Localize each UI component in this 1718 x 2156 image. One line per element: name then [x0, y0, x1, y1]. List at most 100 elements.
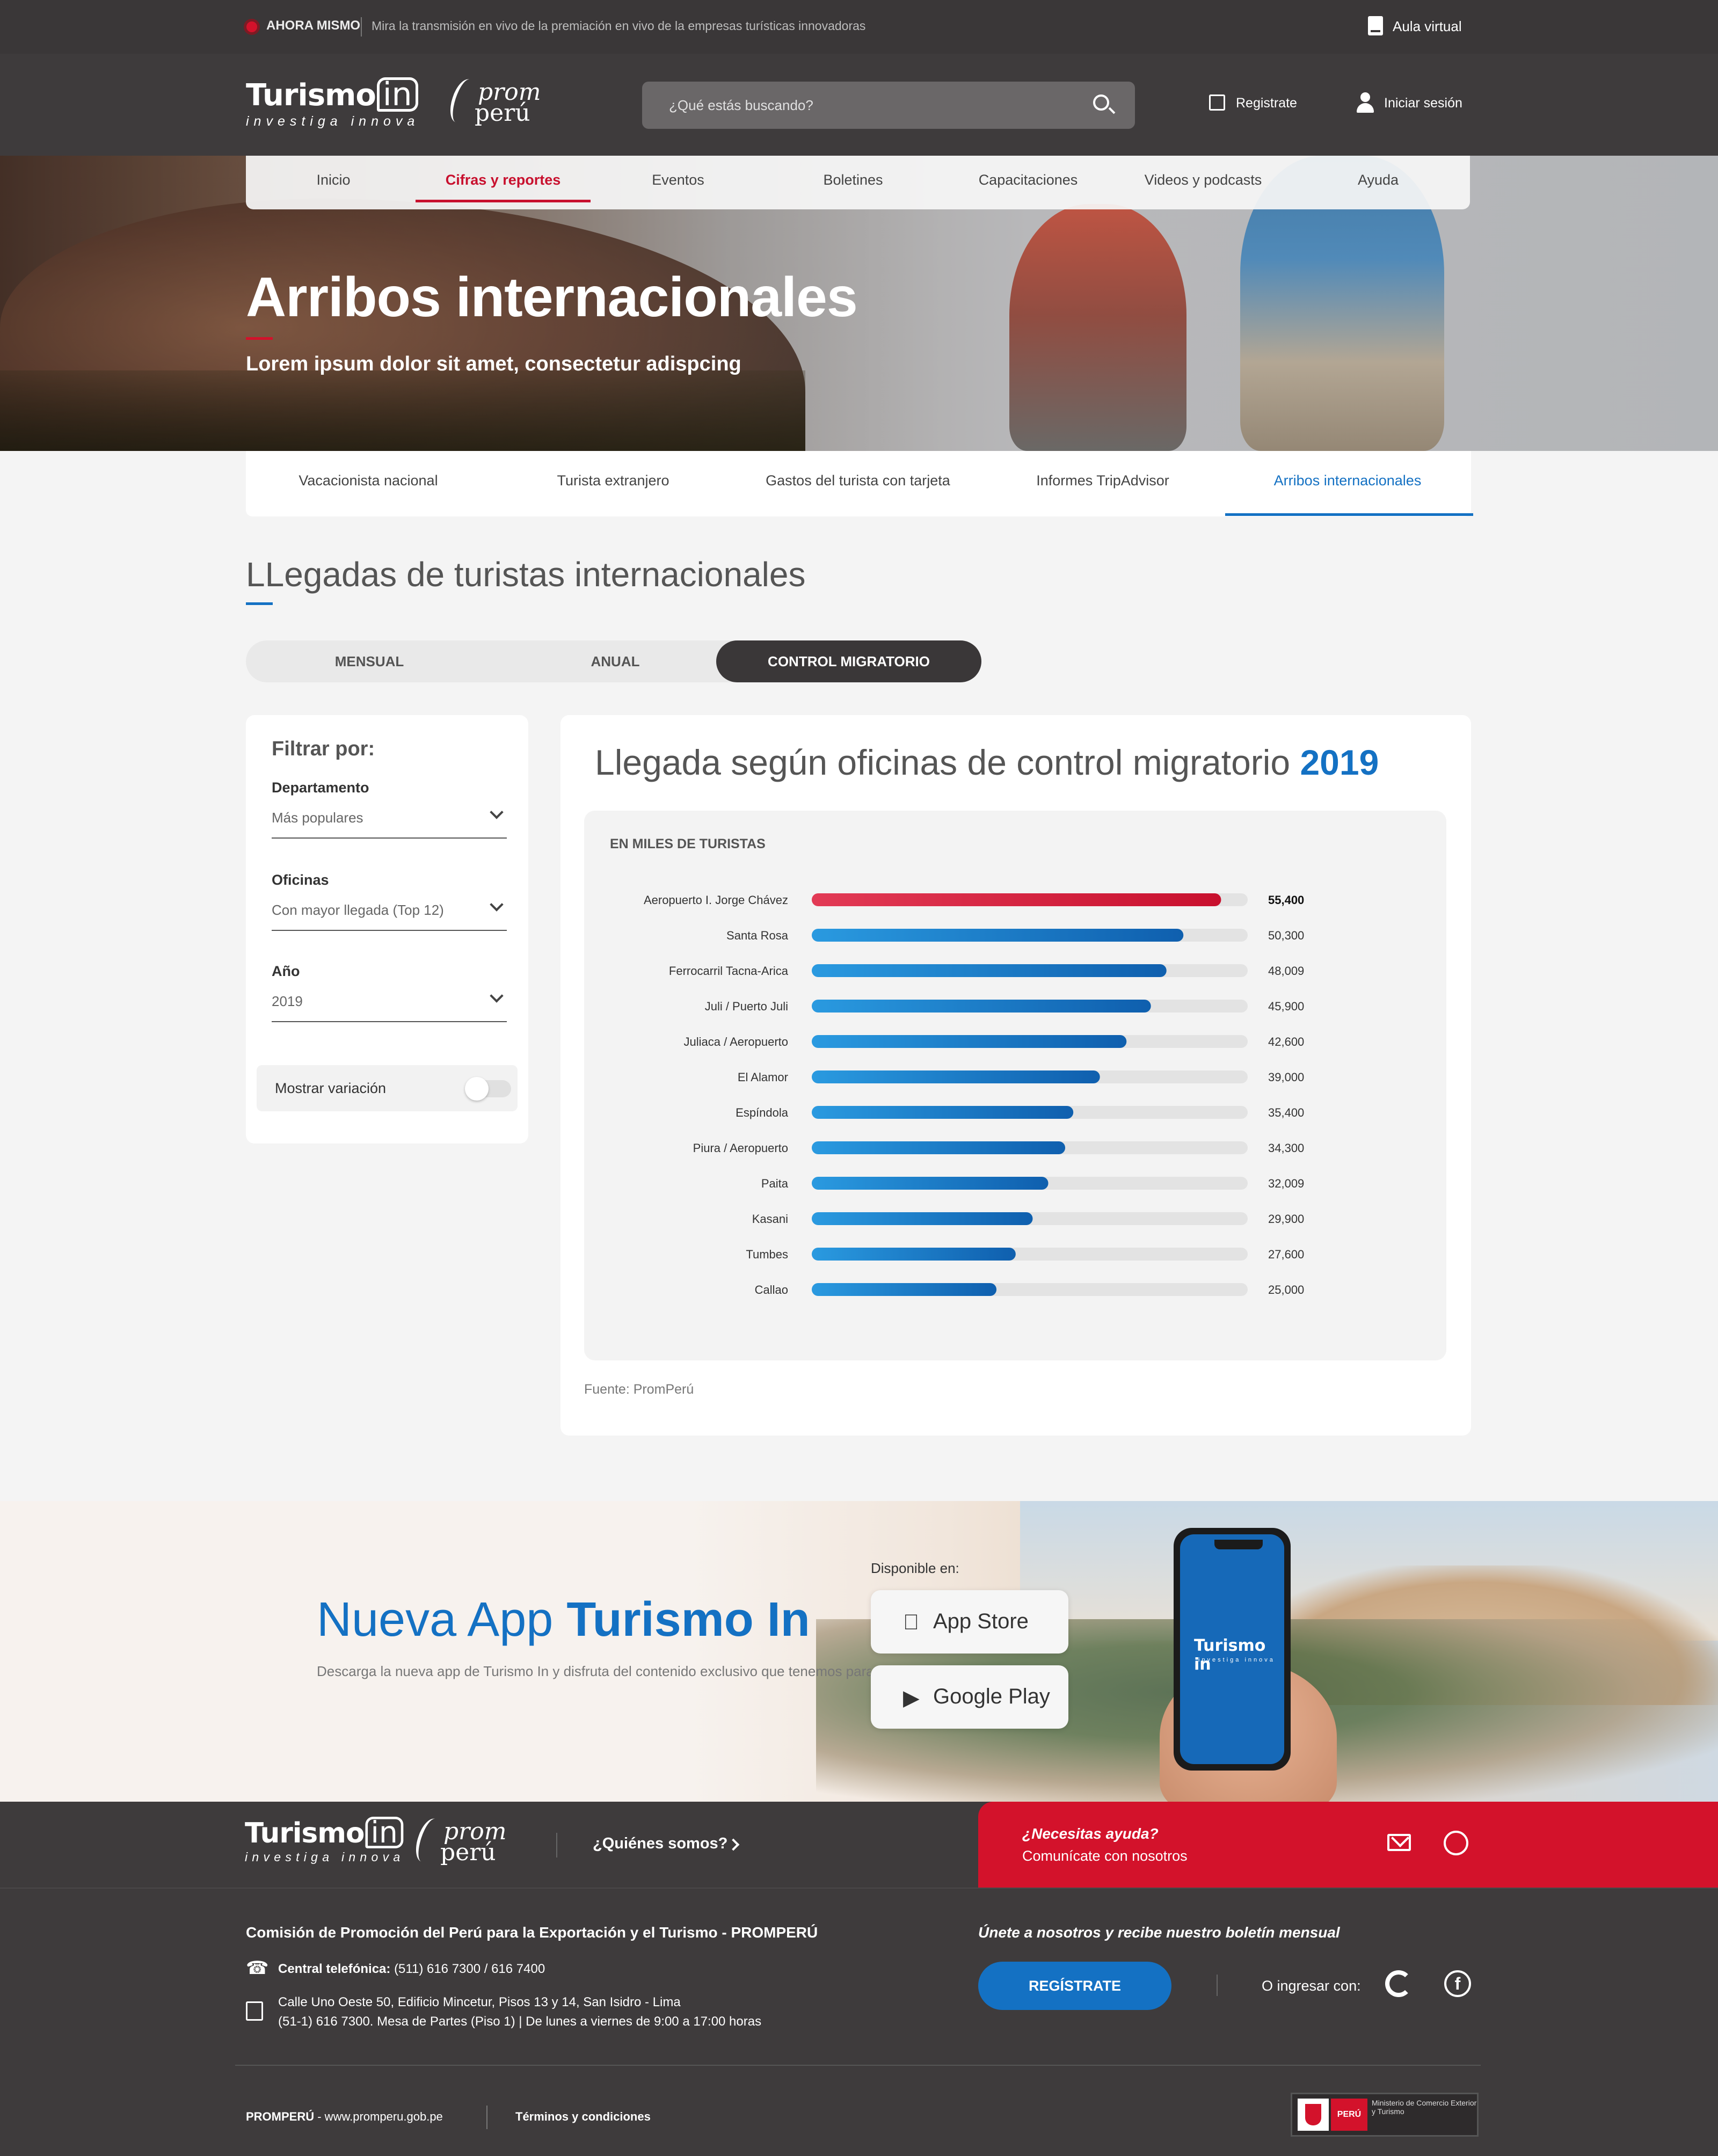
toggle-knob — [465, 1077, 489, 1101]
category-label: Juliaca / Aeropuerto — [684, 1035, 788, 1048]
value-label: 50,300 — [1268, 929, 1304, 942]
login-link[interactable]: Iniciar sesión — [1384, 96, 1462, 111]
nav-item-boletines[interactable]: Boletines — [766, 172, 941, 188]
value-label: 25,000 — [1268, 1283, 1304, 1296]
live-announcement-link[interactable]: Mira la transmisión en vivo de la premia… — [372, 19, 865, 33]
value-label: 42,600 — [1268, 1035, 1304, 1048]
mail-icon[interactable] — [1387, 1834, 1411, 1851]
period-segmented-control: MENSUAL ANUAL CONTROL MIGRATORIO — [246, 640, 981, 682]
tab-gastos[interactable]: Gastos del turista con tarjeta — [736, 472, 980, 489]
variation-toggle[interactable] — [465, 1077, 511, 1101]
nav-item-inicio[interactable]: Inicio — [246, 172, 421, 188]
bar[interactable] — [812, 1070, 1100, 1083]
bar[interactable] — [812, 1000, 1151, 1013]
copyright-url[interactable]: - www.promperu.gob.pe — [314, 2110, 443, 2123]
apple-icon:  — [903, 1611, 919, 1635]
bar[interactable] — [812, 964, 1167, 977]
department-value: Más populares — [272, 810, 363, 826]
tab-arribos[interactable]: Arribos internacionales — [1225, 472, 1473, 516]
segment-mensual[interactable]: MENSUAL — [246, 640, 493, 682]
facebook-icon[interactable]: f — [1444, 1970, 1471, 1997]
filter-title: Filtrar por: — [272, 738, 375, 760]
google-play-label: Google Play — [933, 1685, 1050, 1708]
title-accent — [246, 337, 273, 340]
nav-item-eventos[interactable]: Eventos — [591, 172, 766, 188]
value-label: 32,009 — [1268, 1177, 1304, 1190]
promperu-logo-bottom: perú — [440, 1839, 496, 1866]
terms-link[interactable]: Términos y condiciones — [515, 2110, 651, 2124]
help-question: ¿Necesitas ayuda? — [1022, 1825, 1159, 1842]
category-label: Callao — [755, 1283, 788, 1296]
google-play-button[interactable]: ▶ Google Play — [871, 1665, 1068, 1729]
turismo-in-logo[interactable]: Turismo in investiga innova — [246, 77, 419, 129]
nav-item-ayuda[interactable]: Ayuda — [1291, 172, 1466, 188]
footer-turismo-in-logo[interactable]: Turismo in investiga innova — [245, 1817, 404, 1864]
report-tabs: Vacacionista nacional Turista extranjero… — [246, 451, 1473, 516]
year-select[interactable]: 2019 — [272, 981, 507, 1022]
department-select[interactable]: Más populares — [272, 798, 507, 839]
tab-vacacionista[interactable]: Vacacionista nacional — [246, 472, 491, 489]
promperu-logo[interactable]: prom perú — [446, 76, 564, 132]
promo-title-b: Turismo In — [566, 1593, 810, 1647]
search-icon[interactable] — [1093, 94, 1109, 111]
page-title: Arribos internacionales — [246, 266, 858, 329]
app-store-button[interactable]:  App Store — [871, 1590, 1068, 1654]
bar[interactable] — [812, 1106, 1074, 1119]
footer-promperu-logo[interactable]: prom perú — [411, 1815, 519, 1871]
app-store-label: App Store — [933, 1609, 1029, 1633]
page-subtitle: Lorem ipsum dolor sit amet, consectetur … — [246, 353, 741, 375]
bar[interactable] — [812, 1035, 1127, 1048]
gov-peru-label: PERÚ — [1331, 2099, 1367, 2131]
segment-control-migratorio[interactable]: CONTROL MIGRATORIO — [716, 640, 981, 682]
phone-logo: Turismo in — [1194, 1636, 1266, 1674]
bar[interactable] — [812, 1177, 1049, 1190]
chart-source: Fuente: PromPerú — [584, 1382, 694, 1397]
bar[interactable] — [812, 1141, 1066, 1154]
bar[interactable] — [812, 1283, 997, 1296]
whatsapp-icon[interactable] — [1444, 1831, 1468, 1855]
chart-card: Llegada según oficinas de control migrat… — [560, 715, 1471, 1436]
chart-title-year: 2019 — [1300, 742, 1379, 782]
offices-select[interactable]: Con mayor llegada (Top 12) — [272, 890, 507, 931]
government-badge[interactable]: PERÚ Ministerio de Comercio Exterior y T… — [1291, 2093, 1479, 2137]
live-label: AHORA MISMO — [266, 18, 361, 33]
gov-ministry-label: Ministerio de Comercio Exterior y Turism… — [1372, 2099, 1477, 2116]
promperu-logo-bottom: perú — [475, 99, 530, 127]
chevron-down-icon — [490, 805, 504, 819]
tab-tripadvisor[interactable]: Informes TripAdvisor — [980, 472, 1225, 489]
bar-chart: Aeropuerto I. Jorge Chávez 55,400 Santa Ro… — [644, 893, 1304, 1296]
value-label: 27,600 — [1268, 1248, 1304, 1261]
offices-value: Con mayor llegada (Top 12) — [272, 902, 444, 918]
category-label: Espíndola — [736, 1106, 789, 1119]
nav-item-videos[interactable]: Videos y podcasts — [1116, 172, 1291, 188]
edit-icon — [1209, 94, 1225, 111]
tab-turista-extranjero[interactable]: Turista extranjero — [491, 472, 736, 489]
bar[interactable] — [812, 929, 1184, 942]
register-button[interactable]: REGÍSTRATE — [978, 1962, 1171, 2010]
department-label: Departamento — [272, 780, 369, 796]
bar[interactable] — [812, 1212, 1033, 1225]
search-input[interactable]: ¿Qué estás buscando? — [642, 82, 1135, 129]
available-label: Disponible en: — [871, 1560, 959, 1576]
chevron-down-icon — [490, 898, 504, 912]
segment-anual[interactable]: ANUAL — [493, 640, 738, 682]
book-icon — [1368, 16, 1383, 35]
google-icon[interactable] — [1385, 1970, 1412, 1997]
aula-virtual-link[interactable]: Aula virtual — [1393, 18, 1462, 35]
value-label: 45,900 — [1268, 1000, 1304, 1013]
category-label: Ferrocarril Tacna-Arica — [669, 964, 789, 978]
category-label: Santa Rosa — [726, 929, 789, 942]
about-us-link[interactable]: ¿Quiénes somos? — [593, 1835, 727, 1853]
bar[interactable] — [812, 1248, 1016, 1261]
copyright: PROMPERÚ - www.promperu.gob.pe — [246, 2110, 443, 2124]
phone-mockup: Turismo in investiga innova — [1174, 1528, 1291, 1771]
nav-item-cifras[interactable]: Cifras y reportes — [416, 172, 591, 202]
footer-rule — [235, 2065, 1481, 2066]
organization-name: Comisión de Promoción del Perú para la E… — [246, 1924, 818, 1941]
nav-item-capacitaciones[interactable]: Capacitaciones — [941, 172, 1116, 188]
register-link[interactable]: Registrate — [1236, 96, 1297, 111]
phone-notch — [1214, 1540, 1263, 1549]
bar[interactable] — [812, 893, 1221, 906]
year-value: 2019 — [272, 993, 303, 1009]
peru-shield-icon — [1298, 2099, 1329, 2131]
